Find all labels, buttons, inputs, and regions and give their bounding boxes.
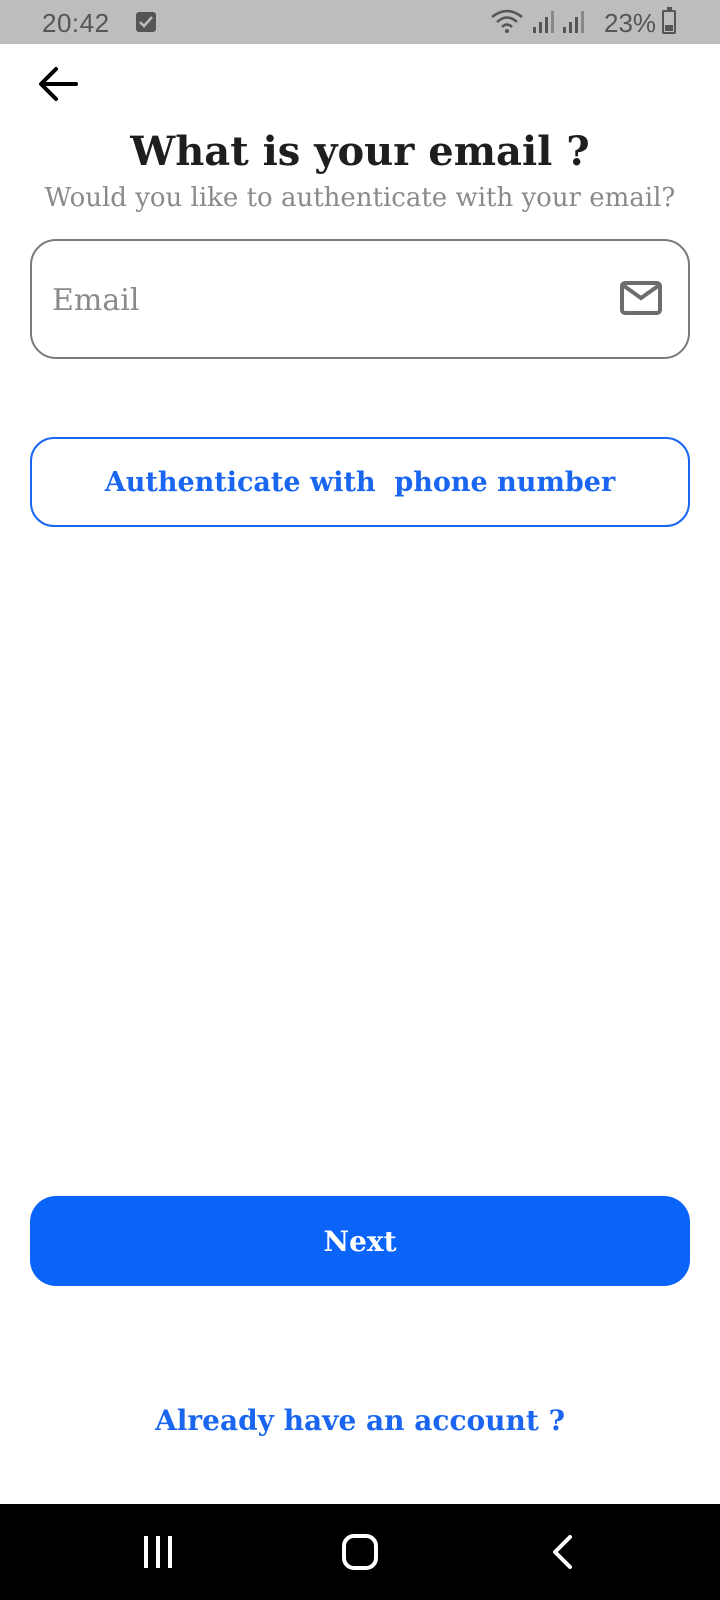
email-input[interactable] <box>52 271 612 329</box>
page-title: What is your email ? <box>130 128 590 175</box>
battery-icon <box>662 7 676 34</box>
already-have-account-link[interactable]: Already have an account ? <box>0 1404 720 1437</box>
email-field[interactable] <box>30 239 690 359</box>
checkbox-notification-icon <box>136 12 156 32</box>
signal-icon <box>533 11 554 33</box>
battery-level: 23% <box>604 8 657 38</box>
next-button[interactable]: Next <box>30 1196 690 1286</box>
wifi-icon <box>491 9 523 33</box>
back-arrow-icon <box>39 67 78 101</box>
signal-icon <box>563 11 584 33</box>
back-button[interactable] <box>30 60 86 108</box>
authenticate-phone-button[interactable]: Authenticate with phone number <box>30 437 690 527</box>
home-icon[interactable] <box>342 1534 378 1570</box>
system-nav-bar <box>0 1504 720 1600</box>
recent-apps-icon[interactable] <box>140 1534 176 1570</box>
status-bar: 20:42 23% <box>0 0 720 44</box>
status-time: 20:42 <box>42 8 110 38</box>
mail-icon <box>620 281 662 315</box>
page-subtitle: Would you like to authenticate with your… <box>44 183 676 213</box>
nav-back-icon[interactable] <box>548 1534 576 1570</box>
